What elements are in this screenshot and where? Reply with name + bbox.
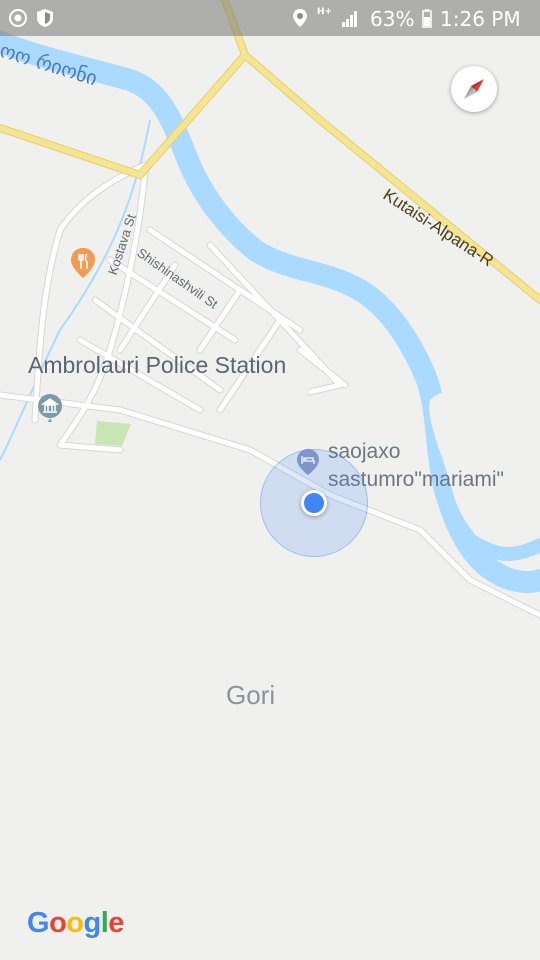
google-logo-letter: o bbox=[66, 907, 84, 939]
status-bar: H+ 63% 1:26 PM bbox=[0, 0, 540, 36]
map-screen[interactable]: ოო რიონი Kutaisi-Alpana-R Kostava St Shi… bbox=[0, 0, 540, 960]
network-type: H+ bbox=[317, 7, 333, 17]
location-sharing-icon bbox=[9, 9, 27, 27]
compass-button[interactable] bbox=[451, 66, 497, 112]
town-label: Gori bbox=[226, 680, 276, 710]
park-area bbox=[95, 421, 131, 446]
google-logo-letter: o bbox=[49, 907, 67, 939]
river-branch bbox=[463, 533, 540, 562]
battery-icon bbox=[422, 9, 432, 28]
google-logo-letter: e bbox=[108, 907, 124, 939]
google-logo-letter: G bbox=[27, 907, 50, 939]
clock: 1:26 PM bbox=[440, 7, 521, 31]
compass-icon bbox=[464, 79, 484, 99]
my-location-dot[interactable] bbox=[301, 490, 327, 516]
shield-icon bbox=[37, 9, 53, 27]
signal-icon bbox=[342, 11, 357, 27]
poi-label-police-station[interactable]: Ambrolauri Police Station bbox=[28, 352, 286, 379]
battery-percent: 63% bbox=[370, 7, 415, 31]
museum-pin-icon[interactable] bbox=[37, 393, 63, 423]
restaurant-pin-icon[interactable] bbox=[70, 247, 96, 279]
google-logo: Google bbox=[27, 907, 124, 940]
google-logo-letter: g bbox=[83, 907, 102, 939]
location-pin-icon bbox=[293, 9, 307, 27]
